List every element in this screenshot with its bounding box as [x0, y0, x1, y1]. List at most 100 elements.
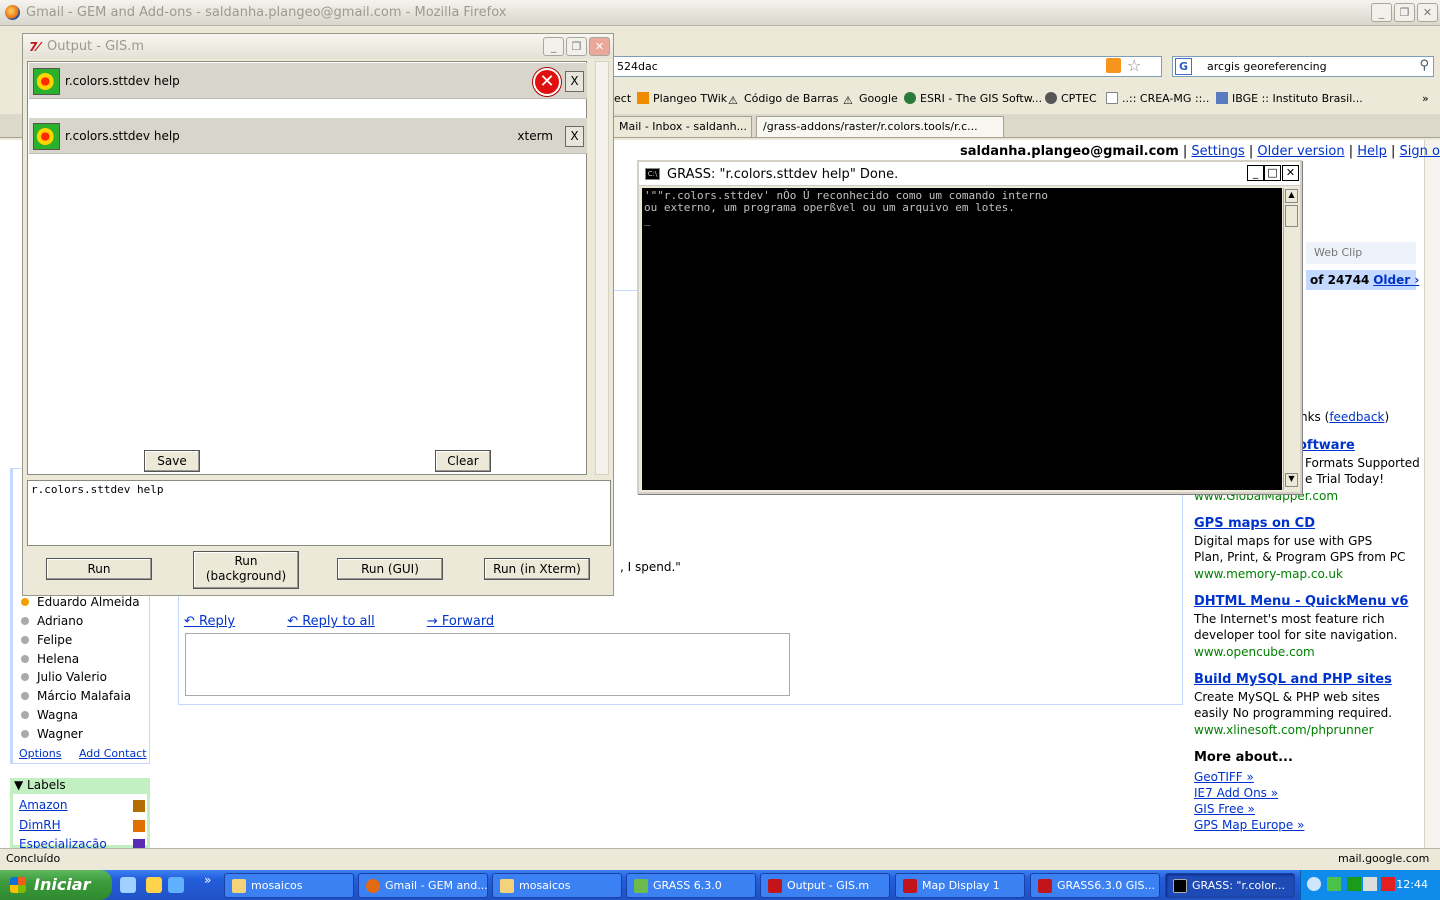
label-color-swatch[interactable]	[133, 820, 145, 832]
console-title-bar[interactable]: C:\ GRASS: "r.colors.sttdev help" Done. …	[639, 162, 1300, 186]
run-background-button[interactable]: Run (background)	[193, 551, 299, 589]
scroll-thumb[interactable]	[1285, 205, 1298, 227]
reply-link[interactable]: ↶ Reply	[184, 614, 259, 629]
ad-url[interactable]: www.xlinesoft.com/phprunner	[1194, 723, 1374, 737]
url-bar[interactable]: 524dac	[612, 56, 1162, 77]
start-button[interactable]: Iniciar	[0, 870, 112, 900]
task-grass-console[interactable]: GRASS: "r.color...	[1165, 873, 1295, 898]
run-gui-button[interactable]: Run (GUI)	[337, 558, 443, 580]
close-icon[interactable]: ✕	[589, 37, 610, 56]
page-scrollbar[interactable]	[1424, 140, 1440, 848]
feedback-link[interactable]: feedback	[1329, 410, 1384, 424]
tray-icon[interactable]	[1327, 877, 1341, 891]
scroll-down-icon[interactable]: ▼	[1285, 473, 1298, 487]
bookmark-item[interactable]: ..:: CREA-MG ::..	[1106, 92, 1209, 105]
more-about-link[interactable]: GIS Free »	[1194, 802, 1255, 816]
search-box[interactable]: G arcgis georeferencing ⚲	[1172, 56, 1434, 77]
contact-item[interactable]: Márcio Malafaia	[21, 689, 131, 703]
contact-item[interactable]: Adriano	[21, 614, 83, 628]
close-icon[interactable]: ✕	[1282, 165, 1299, 181]
output-title-bar[interactable]: 7⁄ Output - GIS.m _ ❐ ✕	[23, 34, 613, 59]
save-button[interactable]: Save	[144, 450, 200, 472]
contact-item[interactable]: Felipe	[21, 633, 72, 647]
ad-url[interactable]: www.memory-map.co.uk	[1194, 567, 1343, 581]
contact-item[interactable]: Wagner	[21, 727, 83, 741]
ad-url[interactable]: www.opencube.com	[1194, 645, 1315, 659]
scroll-up-icon[interactable]: ▲	[1285, 189, 1298, 203]
task-mosaicos[interactable]: mosaicos	[492, 873, 622, 898]
task-gmail[interactable]: Gmail - GEM and...	[358, 873, 488, 898]
more-about-link[interactable]: GPS Map Europe »	[1194, 818, 1304, 832]
contact-item[interactable]: Helena	[21, 652, 79, 666]
contact-item[interactable]: Eduardo Almeida	[21, 595, 140, 609]
quicklaunch-icon[interactable]	[146, 877, 162, 893]
labels-header[interactable]: ▼ Labels	[10, 778, 150, 794]
rss-icon[interactable]	[1106, 58, 1121, 73]
quicklaunch-icon[interactable]	[168, 877, 184, 893]
console-output[interactable]: '""r.colors.sttdev' nÒo Ú reconhecido co…	[642, 188, 1282, 490]
bookmark-item[interactable]: ⚠ Código de Barras	[728, 92, 839, 107]
search-icon[interactable]: ⚲	[1419, 58, 1429, 73]
maximize-icon[interactable]: ❐	[1394, 3, 1415, 22]
bookmark-item[interactable]: ESRI - The GIS Softw...	[904, 92, 1042, 105]
bookmark-item[interactable]: Plangeo TWik	[637, 92, 727, 105]
task-grass[interactable]: GRASS 6.3.0	[626, 873, 756, 898]
console-scrollbar[interactable]: ▲ ▼	[1283, 188, 1299, 490]
tray-icon[interactable]	[1307, 877, 1321, 891]
more-about-link[interactable]: IE7 Add Ons »	[1194, 786, 1278, 800]
bookmark-item[interactable]: IBGE :: Instituto Brasil...	[1216, 92, 1363, 105]
label-color-swatch[interactable]	[133, 800, 145, 812]
task-grass-gis[interactable]: GRASS6.3.0 GIS...	[1030, 873, 1160, 898]
sign-out-link[interactable]: Sign out	[1400, 144, 1440, 159]
ad-title[interactable]: DHTML Menu - QuickMenu v6	[1194, 594, 1408, 609]
older-version-link[interactable]: Older version	[1257, 144, 1344, 159]
help-link[interactable]: Help	[1357, 144, 1387, 159]
output-list: r.colors.sttdev help ✕ X r.colors.sttdev…	[27, 61, 587, 475]
tray-icon[interactable]	[1347, 877, 1361, 891]
minimize-icon[interactable]: _	[1371, 3, 1392, 22]
older-link[interactable]: Older ›	[1373, 273, 1419, 287]
minimize-icon[interactable]: _	[543, 37, 564, 56]
remove-output-button[interactable]: X	[565, 126, 584, 147]
ad-title[interactable]: Build MySQL and PHP sites	[1194, 672, 1392, 687]
forward-link[interactable]: → Forward	[427, 614, 518, 629]
contact-item[interactable]: Wagna	[21, 708, 78, 722]
command-input[interactable]: r.colors.sttdev help	[27, 480, 611, 546]
close-icon[interactable]: ✕	[1417, 3, 1438, 22]
google-icon[interactable]: G	[1175, 58, 1192, 75]
task-mosaicos[interactable]: mosaicos	[224, 873, 354, 898]
tray-icon[interactable]	[1363, 877, 1377, 891]
maximize-icon[interactable]: □	[1264, 165, 1281, 181]
maximize-icon[interactable]: ❐	[566, 37, 587, 56]
label-dimrh[interactable]: DimRH	[19, 818, 61, 832]
bookmark-item[interactable]: ⚠ Google	[843, 92, 898, 107]
tab-grass-addons[interactable]: /grass-addons/raster/r.colors.tools/r.c.…	[756, 116, 1004, 137]
label-amazon[interactable]: Amazon	[19, 798, 68, 812]
task-output[interactable]: Output - GIS.m	[760, 873, 890, 898]
clear-button[interactable]: Clear	[435, 450, 491, 472]
run-button[interactable]: Run	[46, 558, 152, 580]
search-input[interactable]: arcgis georeferencing	[1207, 60, 1327, 73]
options-link[interactable]: Options	[19, 747, 61, 760]
ad-title[interactable]: GPS maps on CD	[1194, 516, 1315, 531]
tab-gmail-inbox[interactable]: Mail - Inbox - saldanh...	[612, 116, 752, 137]
remove-output-button[interactable]: X	[565, 71, 584, 92]
contact-item[interactable]: Julio Valerio	[21, 670, 107, 684]
run-xterm-button[interactable]: Run (in Xterm)	[484, 558, 590, 580]
more-about-link[interactable]: GeoTIFF »	[1194, 770, 1254, 784]
settings-link[interactable]: Settings	[1191, 144, 1244, 159]
tray-icon[interactable]	[1381, 877, 1395, 891]
minimize-icon[interactable]: _	[1247, 165, 1264, 181]
bookmark-item[interactable]: ect	[614, 92, 631, 105]
quick-reply-box[interactable]	[185, 633, 790, 696]
add-contact-link[interactable]: Add Contact	[79, 747, 147, 760]
quicklaunch-overflow-icon[interactable]: »	[204, 873, 211, 887]
task-map-display[interactable]: Map Display 1	[895, 873, 1025, 898]
star-icon[interactable]: ☆	[1127, 56, 1141, 75]
reply-all-link[interactable]: ↶ Reply to all	[287, 614, 399, 629]
output-scrollbar[interactable]	[595, 61, 609, 475]
ad-title[interactable]: oftware	[1298, 438, 1355, 453]
bookmarks-overflow-icon[interactable]: »	[1422, 92, 1429, 105]
quicklaunch-icon[interactable]	[120, 877, 136, 893]
bookmark-item[interactable]: CPTEC	[1045, 92, 1097, 105]
